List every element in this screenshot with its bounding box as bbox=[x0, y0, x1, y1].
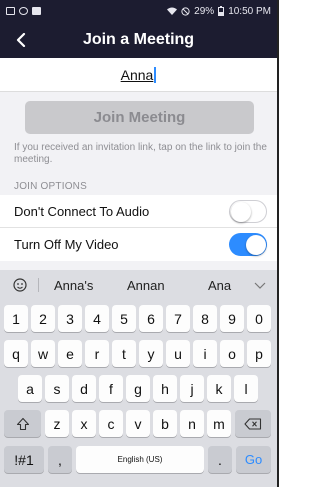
key-q[interactable]: q bbox=[4, 340, 28, 367]
key-z[interactable]: z bbox=[45, 410, 69, 437]
emoji-toggle-icon[interactable] bbox=[12, 277, 28, 293]
shift-key[interactable] bbox=[4, 410, 41, 437]
key-v[interactable]: v bbox=[126, 410, 150, 437]
join-meeting-button[interactable]: Join Meeting bbox=[25, 101, 254, 134]
join-options-header: JOIN OPTIONS bbox=[14, 181, 87, 192]
invitation-hint: If you received an invitation link, tap … bbox=[14, 142, 267, 165]
key-s[interactable]: s bbox=[45, 375, 69, 402]
key-g[interactable]: g bbox=[126, 375, 150, 402]
toggle-knob bbox=[231, 202, 251, 222]
number-row: 1 2 3 4 5 6 7 8 9 0 bbox=[4, 305, 274, 335]
key-c[interactable]: c bbox=[99, 410, 123, 437]
key-b[interactable]: b bbox=[153, 410, 177, 437]
key-0[interactable]: 0 bbox=[247, 305, 271, 332]
key-o[interactable]: o bbox=[220, 340, 244, 367]
letter-row-1: q w e r t y u i o p bbox=[4, 340, 274, 370]
key-k[interactable]: k bbox=[207, 375, 231, 402]
back-button[interactable] bbox=[10, 28, 32, 52]
key-p[interactable]: p bbox=[247, 340, 271, 367]
suggestion-item[interactable]: Ana bbox=[208, 278, 231, 293]
symbols-key[interactable]: !#1 bbox=[4, 446, 44, 473]
key-u[interactable]: u bbox=[166, 340, 190, 367]
shift-icon bbox=[16, 417, 29, 430]
suggestion-item[interactable]: Annan bbox=[127, 278, 165, 293]
status-right: 29% 10:50 PM bbox=[167, 6, 271, 17]
key-y[interactable]: y bbox=[139, 340, 163, 367]
navigation-bar: Join a Meeting bbox=[0, 22, 277, 58]
dnd-notification-icon bbox=[19, 7, 28, 15]
space-key[interactable]: English (US) bbox=[76, 446, 204, 473]
key-5[interactable]: 5 bbox=[112, 305, 136, 332]
battery-icon bbox=[218, 6, 225, 16]
letter-row-2: a s d f g h j k l bbox=[4, 375, 274, 405]
backspace-icon bbox=[244, 417, 262, 430]
suggestion-divider bbox=[38, 278, 39, 292]
option-turn-off-video: Turn Off My Video bbox=[0, 228, 277, 261]
key-i[interactable]: i bbox=[193, 340, 217, 367]
key-l[interactable]: l bbox=[234, 375, 258, 402]
key-2[interactable]: 2 bbox=[31, 305, 55, 332]
letter-row-3: z x c v b n m bbox=[4, 410, 274, 440]
comma-key[interactable]: , bbox=[48, 446, 72, 473]
clock: 10:50 PM bbox=[228, 5, 271, 17]
key-7[interactable]: 7 bbox=[166, 305, 190, 332]
key-a[interactable]: a bbox=[18, 375, 42, 402]
key-t[interactable]: t bbox=[112, 340, 136, 367]
option-label: Turn Off My Video bbox=[14, 237, 119, 252]
period-key[interactable]: . bbox=[208, 446, 232, 473]
suggestion-bar: Anna's Annan Ana bbox=[0, 270, 277, 300]
no-disturb-icon bbox=[181, 6, 190, 16]
key-j[interactable]: j bbox=[180, 375, 204, 402]
video-toggle[interactable] bbox=[229, 233, 267, 256]
key-4[interactable]: 4 bbox=[85, 305, 109, 332]
key-n[interactable]: n bbox=[180, 410, 204, 437]
key-1[interactable]: 1 bbox=[4, 305, 28, 332]
app-frame: 29% 10:50 PM Join a Meeting Anna Join Me… bbox=[0, 0, 279, 487]
key-x[interactable]: x bbox=[72, 410, 96, 437]
status-left-icons bbox=[6, 7, 41, 15]
toggle-knob bbox=[246, 234, 266, 255]
backspace-key[interactable] bbox=[235, 410, 271, 437]
key-3[interactable]: 3 bbox=[58, 305, 82, 332]
key-w[interactable]: w bbox=[31, 340, 55, 367]
key-8[interactable]: 8 bbox=[193, 305, 217, 332]
option-label: Don't Connect To Audio bbox=[14, 203, 150, 219]
key-m[interactable]: m bbox=[207, 410, 231, 437]
chevron-down-icon[interactable] bbox=[253, 278, 267, 292]
page-title: Join a Meeting bbox=[82, 31, 195, 48]
bottom-row: !#1 , English (US) . Go bbox=[4, 446, 274, 476]
name-input-value: Anna bbox=[120, 66, 154, 83]
gallery-notification-icon bbox=[6, 7, 15, 15]
name-input[interactable]: Anna bbox=[0, 58, 277, 92]
key-6[interactable]: 6 bbox=[139, 305, 163, 332]
battery-percent: 29% bbox=[194, 5, 215, 17]
chevron-left-icon bbox=[16, 33, 26, 47]
key-9[interactable]: 9 bbox=[220, 305, 244, 332]
key-f[interactable]: f bbox=[99, 375, 123, 402]
audio-toggle[interactable] bbox=[229, 200, 267, 223]
go-key[interactable]: Go bbox=[236, 446, 271, 473]
text-cursor bbox=[154, 66, 157, 83]
soft-keyboard: Anna's Annan Ana 1 2 3 4 5 6 7 8 9 0 q w… bbox=[0, 270, 277, 487]
status-bar: 29% 10:50 PM bbox=[0, 0, 277, 22]
key-d[interactable]: d bbox=[72, 375, 96, 402]
app-notification-icon bbox=[32, 7, 41, 15]
suggestion-item[interactable]: Anna's bbox=[54, 278, 93, 293]
wifi-icon bbox=[167, 7, 178, 15]
key-e[interactable]: e bbox=[58, 340, 82, 367]
key-r[interactable]: r bbox=[85, 340, 109, 367]
key-h[interactable]: h bbox=[153, 375, 177, 402]
option-dont-connect-audio: Don't Connect To Audio bbox=[0, 195, 277, 228]
